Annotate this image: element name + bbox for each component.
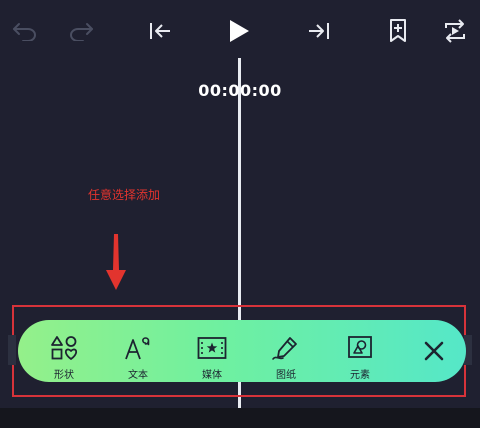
bar-left-edge [8,335,16,365]
skip-to-end-icon [309,23,329,39]
annotation-text: 任意选择添加 [88,188,161,202]
loop-preview-button[interactable] [438,14,472,48]
add-drawing-label: 图纸 [276,370,296,381]
drawing-icon [271,334,301,362]
timeline-track-strip [0,408,480,428]
play-icon [230,20,249,42]
close-bar-button[interactable] [404,340,464,388]
current-timecode: 00:00:00 [198,81,282,100]
add-shape-label: 形状 [54,370,74,381]
add-media-label: 媒体 [202,370,222,381]
add-shape-button[interactable]: 形状 [34,334,94,382]
redo-button[interactable] [64,14,98,48]
skip-to-end-button[interactable] [302,14,336,48]
redo-icon [70,23,93,41]
bookmark-icon [390,19,406,42]
loop-play-icon [445,19,465,43]
skip-to-start-button[interactable] [143,14,177,48]
add-element-button[interactable]: 元素 [330,334,390,382]
undo-icon [13,23,36,41]
element-icon [345,334,375,362]
skip-to-start-icon [150,23,170,39]
media-icon [197,334,227,362]
add-drawing-button[interactable]: 图纸 [256,334,316,382]
shapes-icon [49,334,79,362]
top-toolbar [0,0,480,62]
add-media-button[interactable]: 媒体 [182,334,242,382]
text-icon [123,334,153,362]
add-element-label: 元素 [350,370,370,381]
annotation-arrow-icon [106,234,126,290]
play-button[interactable] [222,14,256,48]
undo-button[interactable] [8,14,42,48]
add-marker-button[interactable] [381,14,415,48]
add-text-button[interactable]: 文本 [108,334,168,382]
add-text-label: 文本 [128,370,148,381]
close-icon [424,341,444,361]
